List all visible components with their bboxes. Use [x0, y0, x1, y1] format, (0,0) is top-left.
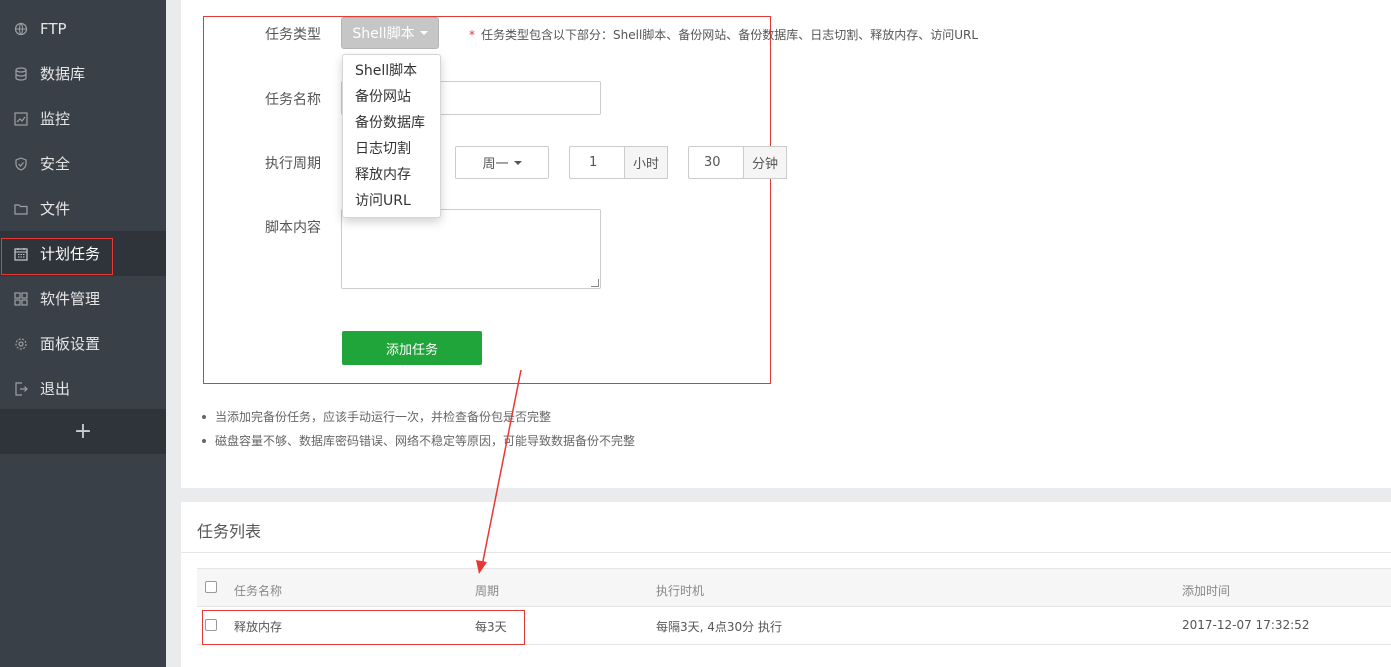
- dropdown-option-log-cut[interactable]: 日志切割: [343, 136, 440, 162]
- sidebar: FTP 数据库 监控 安全 文件 计划任务 软件管理 面板设置 退出 +: [0, 0, 166, 667]
- required-star: *: [469, 28, 475, 42]
- minute-input[interactable]: 30: [688, 146, 744, 179]
- ftp-icon: [14, 22, 28, 36]
- dropdown-option-backup-db[interactable]: 备份数据库: [343, 110, 440, 136]
- form-highlight-box: [203, 16, 771, 384]
- sidebar-item-settings[interactable]: 面板设置: [0, 321, 166, 366]
- add-menu-button[interactable]: +: [0, 409, 166, 454]
- task-type-value: Shell脚本: [352, 26, 415, 42]
- tip-item: 当添加完备份任务，应该手动运行一次，并检查备份包是否完整: [199, 405, 635, 429]
- hour-unit: 小时: [624, 146, 668, 179]
- shield-icon: [14, 156, 28, 171]
- sidebar-item-label: FTP: [40, 19, 67, 38]
- sidebar-item-monitor[interactable]: 监控: [0, 96, 166, 141]
- folder-icon: [14, 202, 28, 216]
- task-type-select[interactable]: Shell脚本: [341, 17, 439, 49]
- sidebar-item-label: 安全: [40, 155, 71, 173]
- highlight-box: [1, 238, 113, 275]
- sidebar-item-software[interactable]: 软件管理: [0, 276, 166, 321]
- dropdown-option-visit-url[interactable]: 访问URL: [343, 188, 440, 214]
- task-name-label: 任务名称: [265, 92, 321, 108]
- dropdown-option-backup-site[interactable]: 备份网站: [343, 84, 440, 110]
- add-task-button[interactable]: 添加任务: [342, 331, 482, 365]
- tips-list: 当添加完备份任务，应该手动运行一次，并检查备份包是否完整 磁盘容量不够、数据库密…: [199, 405, 635, 453]
- minute-unit: 分钟: [743, 146, 787, 179]
- weekday-select[interactable]: 周一: [455, 146, 549, 179]
- database-icon: [14, 66, 28, 81]
- sidebar-item-label: 监控: [40, 110, 71, 128]
- column-header-period[interactable]: 周期: [475, 582, 499, 599]
- script-textarea[interactable]: [341, 209, 601, 289]
- dropdown-option-shell[interactable]: Shell脚本: [343, 58, 440, 84]
- gear-icon: [14, 337, 28, 351]
- sidebar-item-database[interactable]: 数据库: [0, 51, 166, 96]
- dropdown-option-release-memory[interactable]: 释放内存: [343, 162, 440, 188]
- row-highlight-box: [202, 610, 525, 645]
- task-type-label: 任务类型: [265, 27, 321, 43]
- resize-handle-icon[interactable]: [591, 279, 599, 287]
- caret-down-icon: [513, 160, 522, 165]
- period-label: 执行周期: [265, 156, 321, 172]
- sidebar-item-label: 面板设置: [40, 335, 101, 353]
- divider: [181, 552, 1391, 553]
- added-time-cell: 2017-12-07 17:32:52: [1182, 618, 1310, 632]
- sidebar-item-cron[interactable]: 计划任务: [0, 231, 166, 276]
- tip-item: 磁盘容量不够、数据库密码错误、网络不稳定等原因，可能导致数据备份不完整: [199, 429, 635, 453]
- sidebar-item-ftp[interactable]: FTP: [0, 6, 166, 51]
- sidebar-item-label: 文件: [40, 200, 71, 218]
- column-header-added[interactable]: 添加时间: [1182, 582, 1230, 599]
- weekday-value: 周一: [482, 157, 509, 172]
- script-label: 脚本内容: [265, 220, 321, 236]
- task-list-title: 任务列表: [197, 522, 262, 541]
- column-header-timing[interactable]: 执行时机: [656, 582, 704, 599]
- grid-icon: [14, 291, 28, 306]
- monitor-icon: [14, 111, 28, 126]
- timing-cell: 每隔3天, 4点30分 执行: [656, 620, 782, 634]
- task-type-hint: * 任务类型包含以下部分：Shell脚本、备份网站、备份数据库、日志切割、释放内存…: [469, 26, 978, 43]
- task-type-dropdown: Shell脚本 备份网站 备份数据库 日志切割 释放内存 访问URL: [342, 54, 441, 218]
- sidebar-item-label: 软件管理: [40, 290, 101, 308]
- logout-icon: [14, 381, 28, 396]
- sidebar-item-logout[interactable]: 退出: [0, 366, 166, 411]
- select-all-checkbox[interactable]: [205, 581, 217, 593]
- hour-input[interactable]: 1: [569, 146, 625, 179]
- sidebar-item-security[interactable]: 安全: [0, 141, 166, 186]
- hint-text: 任务类型包含以下部分：Shell脚本、备份网站、备份数据库、日志切割、释放内存、…: [481, 28, 979, 42]
- column-header-name[interactable]: 任务名称: [234, 582, 282, 599]
- sidebar-item-files[interactable]: 文件: [0, 186, 166, 231]
- caret-down-icon: [419, 31, 428, 35]
- sidebar-item-label: 数据库: [40, 65, 86, 83]
- sidebar-item-label: 退出: [40, 380, 71, 398]
